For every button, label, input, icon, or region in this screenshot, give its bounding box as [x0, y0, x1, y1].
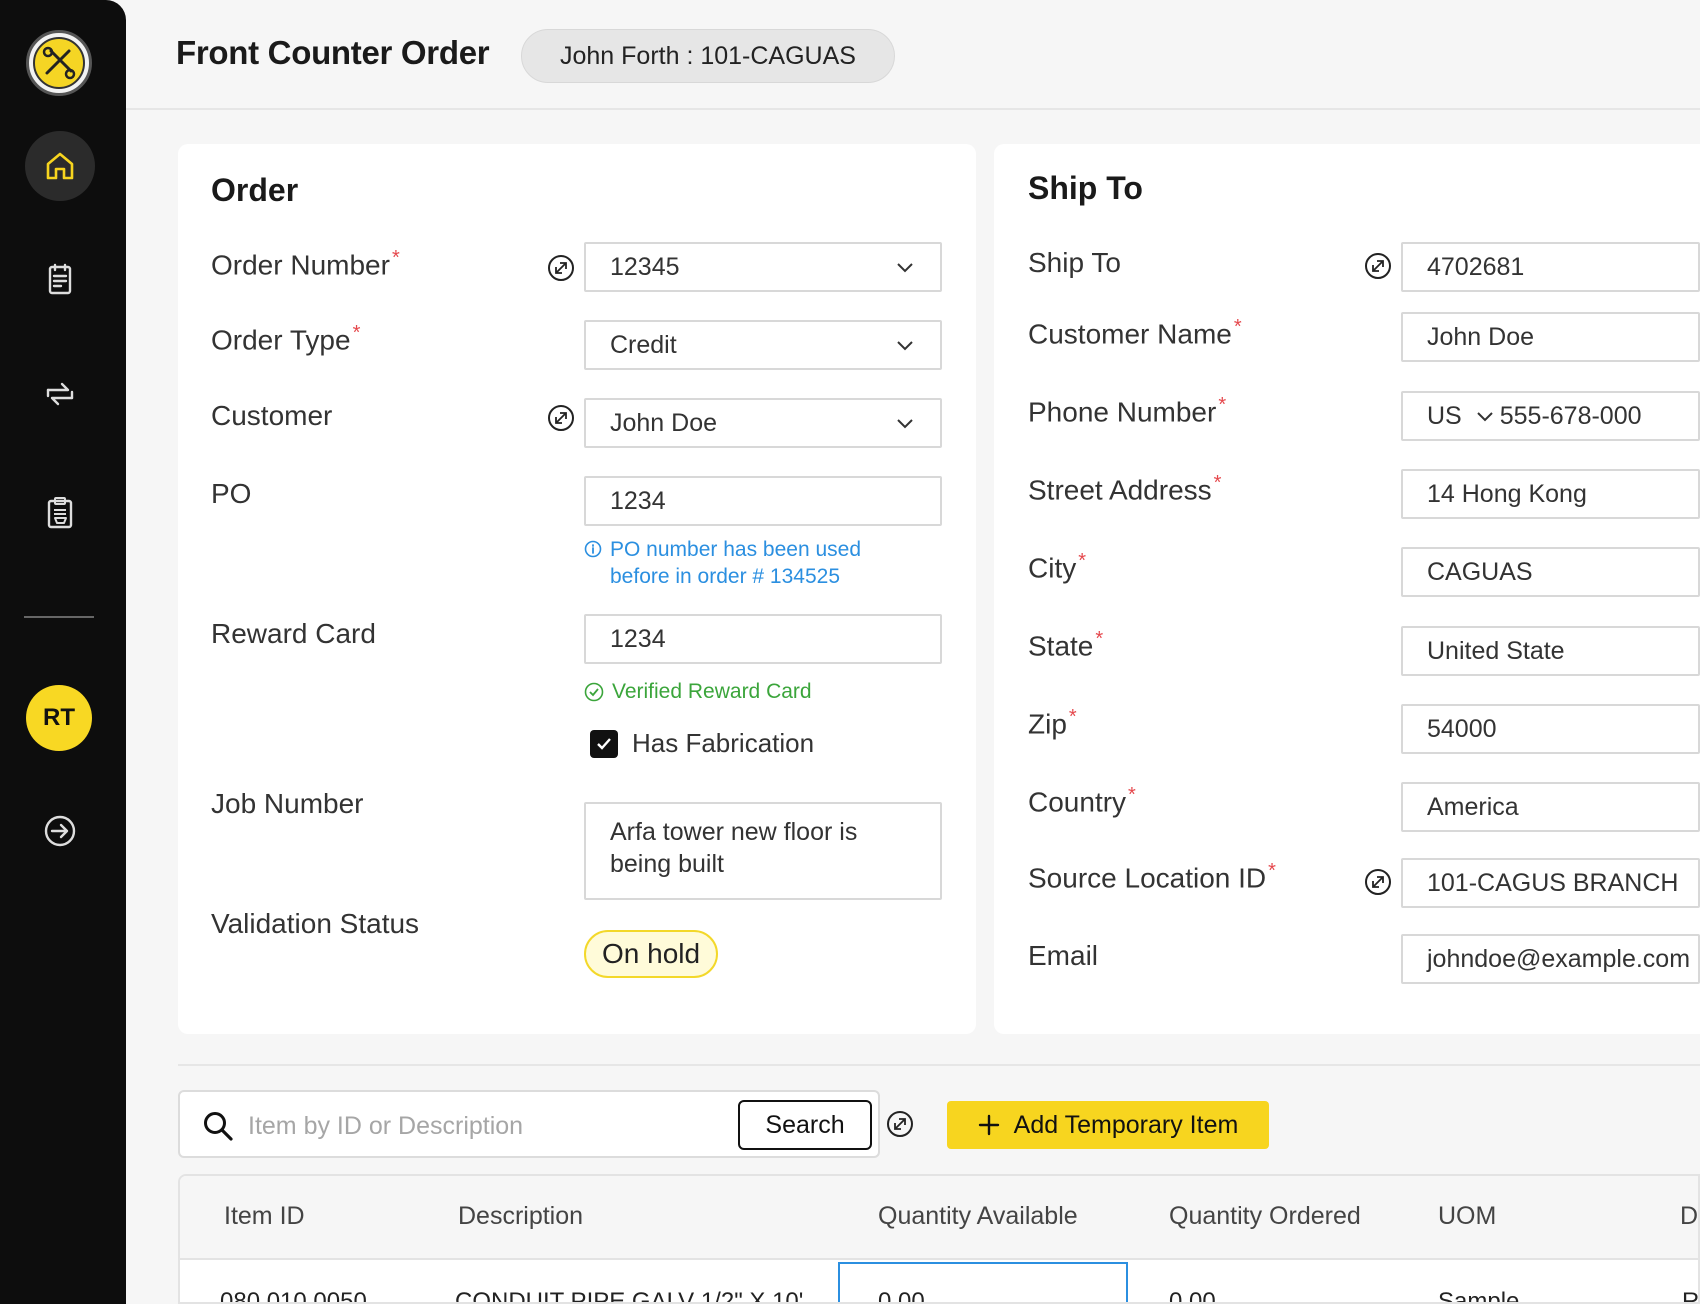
- page-title: Front Counter Order: [176, 34, 490, 71]
- open-link-icon[interactable]: [1364, 252, 1392, 280]
- column-header[interactable]: UOM: [1438, 1202, 1496, 1231]
- item-id-cell: 080.010.0050: [220, 1288, 367, 1304]
- ship-to-card: Ship To Ship To 4702681 Customer Name * J…: [994, 144, 1700, 1034]
- description-cell: CONDUIT PIPE GALV 1/2" X 10': [455, 1288, 804, 1304]
- caret-down-icon: [1563, 1294, 1581, 1302]
- ship-to-label: Ship To: [1028, 247, 1121, 278]
- logout-icon: [44, 815, 76, 847]
- wrench-logo-icon: [33, 37, 85, 89]
- nav-purchase[interactable]: [25, 478, 95, 548]
- quantity-ordered-cell[interactable]: 0.00: [1169, 1288, 1216, 1302]
- reward-card-label: Reward Card: [211, 618, 376, 649]
- check-circle-icon: [584, 682, 604, 702]
- order-number-label: Order Number *: [211, 247, 400, 281]
- nav-orders[interactable]: [25, 244, 95, 314]
- nav-logout[interactable]: [25, 796, 95, 866]
- add-temporary-item-button[interactable]: Add Temporary Item: [947, 1101, 1269, 1149]
- chevron-down-icon: [897, 263, 913, 273]
- po-label: PO: [211, 478, 252, 509]
- order-card-title: Order: [211, 172, 299, 208]
- search-icon: [204, 1112, 233, 1141]
- country-input[interactable]: America: [1401, 782, 1700, 832]
- transfer-arrows-icon: [46, 382, 74, 406]
- zip-input[interactable]: 54000: [1401, 704, 1700, 754]
- customer-name-label: Customer Name *: [1028, 316, 1242, 350]
- item-search-bar: Search: [178, 1090, 880, 1158]
- job-number-textarea[interactable]: Arfa tower new floor is being built: [584, 802, 942, 900]
- po-warning-note: PO number has been used before in order …: [584, 536, 904, 590]
- open-link-icon[interactable]: [547, 404, 575, 432]
- search-button[interactable]: Search: [738, 1100, 872, 1150]
- open-link-icon[interactable]: [547, 254, 575, 282]
- chevron-down-icon: [897, 341, 913, 351]
- state-input[interactable]: United State: [1401, 626, 1700, 676]
- column-header[interactable]: Quantity Available: [878, 1202, 1078, 1231]
- zip-label: Zip *: [1028, 706, 1077, 740]
- ship-to-card-title: Ship To: [1028, 170, 1143, 206]
- customer-label: Customer: [211, 400, 333, 431]
- sidebar-divider: [24, 616, 94, 618]
- open-link-icon[interactable]: [1364, 868, 1392, 896]
- order-number-select[interactable]: 12345: [584, 242, 942, 292]
- phone-number-input[interactable]: US 555-678-000: [1401, 391, 1700, 441]
- items-table: Item ID Description Quantity Available Q…: [178, 1174, 1700, 1304]
- page-header: Front Counter Order John Forth : 101-CAG…: [126, 0, 1700, 110]
- uom-select[interactable]: Sample: [1438, 1288, 1519, 1302]
- phone-number-label: Phone Number *: [1028, 394, 1227, 428]
- section-divider: [178, 1064, 1700, 1066]
- nav-home[interactable]: [25, 131, 95, 201]
- nav-transfers[interactable]: [25, 359, 95, 429]
- extra-cell: R: [1682, 1288, 1700, 1304]
- job-number-label: Job Number: [211, 788, 364, 819]
- chevron-down-icon: [897, 419, 913, 429]
- checkbox-checked-icon[interactable]: [590, 729, 618, 758]
- validation-status-badge: On hold: [584, 930, 719, 978]
- ship-to-input[interactable]: 4702681: [1401, 242, 1700, 292]
- plus-icon: [978, 1114, 999, 1136]
- street-address-input[interactable]: 14 Hong Kong: [1401, 469, 1700, 519]
- order-type-select[interactable]: Credit: [584, 320, 942, 370]
- info-icon: [584, 540, 602, 558]
- order-type-label: Order Type *: [211, 322, 361, 356]
- email-label: Email: [1028, 940, 1099, 971]
- chevron-down-icon: [1477, 412, 1493, 422]
- quantity-available-cell[interactable]: 0.00: [838, 1262, 1128, 1302]
- user-location-pill[interactable]: John Forth : 101-CAGUAS: [521, 29, 895, 83]
- validation-status-label: Validation Status: [211, 908, 420, 939]
- open-link-icon[interactable]: [886, 1110, 914, 1138]
- home-icon: [46, 152, 74, 180]
- column-header[interactable]: Quantity Ordered: [1169, 1202, 1361, 1231]
- phone-country-select[interactable]: US: [1427, 402, 1462, 431]
- column-header[interactable]: Di: [1680, 1202, 1698, 1231]
- column-header[interactable]: Description: [458, 1202, 583, 1231]
- po-input[interactable]: 1234: [584, 476, 942, 526]
- brand-logo[interactable]: [26, 30, 92, 96]
- clipboard-cart-icon: [47, 497, 73, 529]
- state-label: State *: [1028, 628, 1104, 662]
- order-card: Order Order Number * 12345 Order Type * Cr…: [178, 144, 976, 1034]
- customer-select[interactable]: John Doe: [584, 398, 942, 448]
- reward-verified-note: Verified Reward Card: [584, 680, 812, 704]
- sidebar: RT: [0, 0, 126, 1304]
- table-header: Item ID Description Quantity Available Q…: [180, 1176, 1698, 1260]
- reward-card-input[interactable]: 1234: [584, 614, 942, 664]
- source-location-input[interactable]: 101-CAGUS BRANCH: [1401, 858, 1700, 908]
- email-input[interactable]: johndoe@example.com: [1401, 934, 1700, 984]
- user-avatar[interactable]: RT: [26, 685, 92, 751]
- city-label: City *: [1028, 550, 1087, 584]
- country-label: Country *: [1028, 784, 1136, 818]
- source-location-label: Source Location ID *: [1028, 860, 1276, 894]
- customer-name-input[interactable]: John Doe: [1401, 312, 1700, 362]
- has-fabrication-checkbox[interactable]: Has Fabrication: [590, 728, 814, 759]
- city-input[interactable]: CAGUAS: [1401, 547, 1700, 597]
- column-header[interactable]: Item ID: [224, 1202, 305, 1231]
- document-list-icon: [48, 263, 72, 295]
- item-search-input[interactable]: [248, 1104, 708, 1148]
- street-address-label: Street Address *: [1028, 472, 1222, 506]
